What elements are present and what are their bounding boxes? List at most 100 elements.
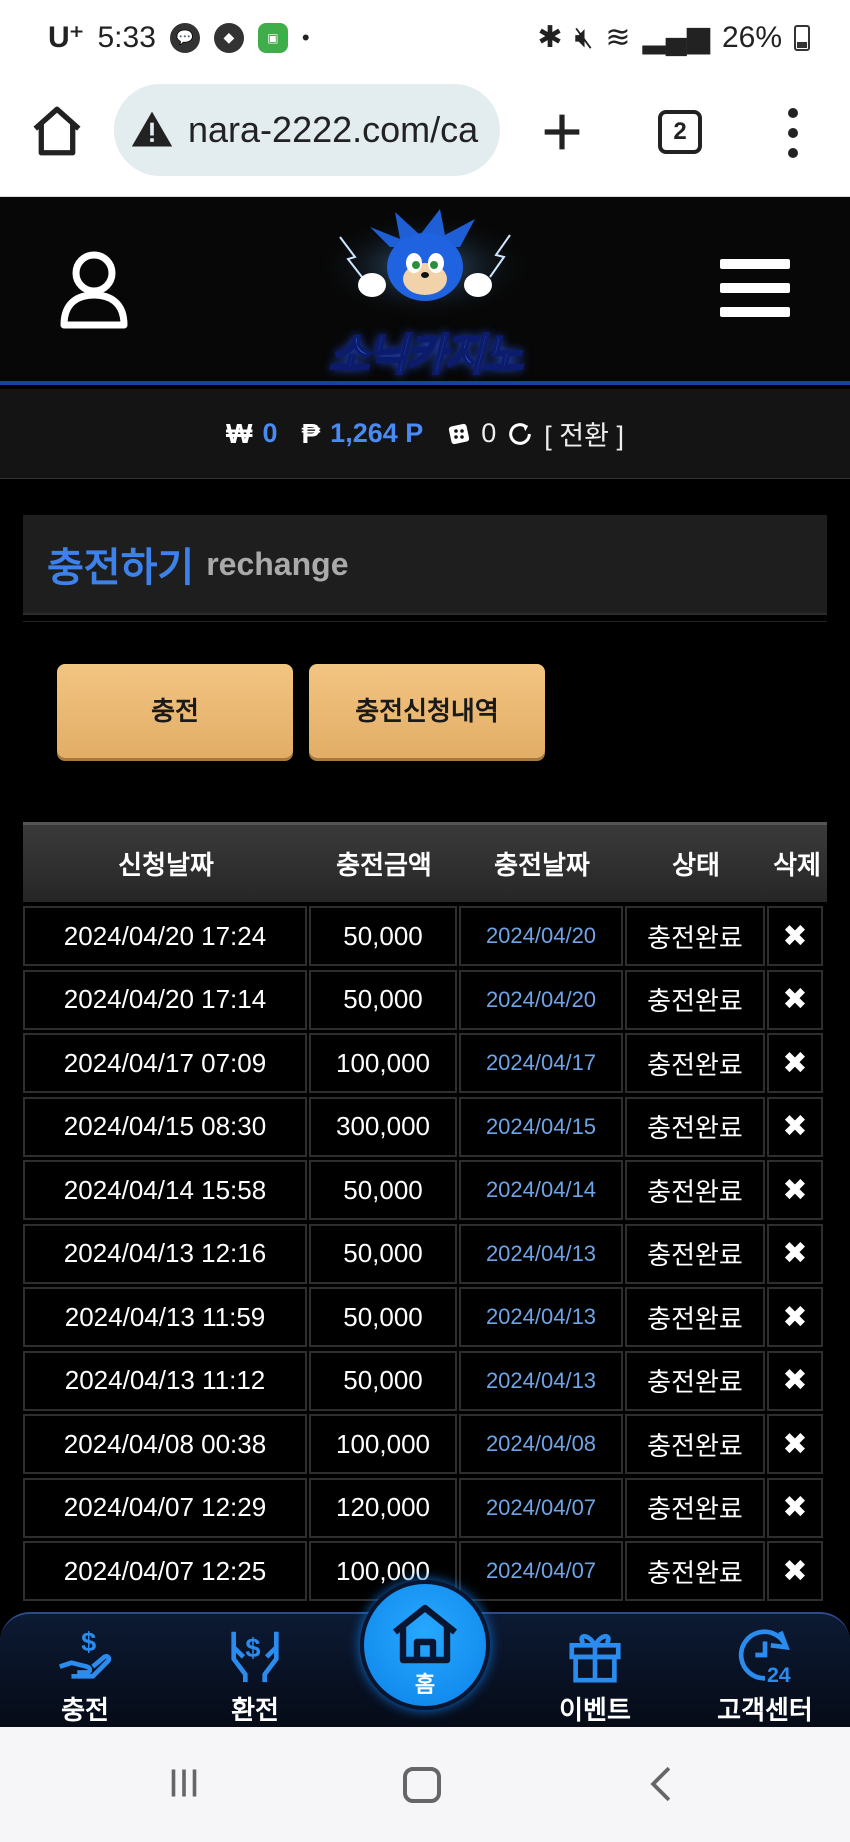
status-left: U⁺ 5:33 💬 ◆ ▣ • xyxy=(48,20,310,55)
row-delete-button[interactable]: ✖ xyxy=(767,1160,823,1220)
charge-button[interactable]: 충전 xyxy=(57,664,293,758)
row-charge-date: 2024/04/17 xyxy=(459,1033,623,1093)
row-delete-button[interactable]: ✖ xyxy=(767,1350,823,1411)
row-request-date: 2024/04/13 11:59 xyxy=(23,1287,307,1347)
browser-home-icon[interactable] xyxy=(28,102,86,160)
row-delete-button[interactable]: ✖ xyxy=(767,1414,823,1474)
row-delete-button[interactable]: ✖ xyxy=(767,1541,823,1601)
system-home-icon[interactable] xyxy=(403,1767,441,1803)
header-charge-date: 충전날짜 xyxy=(494,850,590,880)
nav-exchange[interactable]: $ 환전 xyxy=(195,1624,315,1725)
row-charge-date: 2024/04/20 xyxy=(459,969,623,1030)
title-divider xyxy=(23,621,827,622)
row-status: 충전완료 xyxy=(625,1350,765,1411)
logo-text: 소닉카지노 xyxy=(328,330,524,381)
row-amount: 50,000 xyxy=(309,1350,457,1411)
row-delete-button[interactable]: ✖ xyxy=(767,1033,823,1093)
table-row: 2024/04/07 12:29 120,000 2024/04/07 충전완료 ✖ xyxy=(23,1476,827,1540)
row-request-date: 2024/04/13 12:16 xyxy=(23,1223,307,1284)
row-charge-date: 2024/04/15 xyxy=(459,1096,623,1157)
bluetooth-icon: ✱ xyxy=(537,21,563,54)
row-status: 충전완료 xyxy=(625,969,765,1030)
nav-home[interactable]: 홈 xyxy=(360,1580,490,1710)
row-delete-button[interactable]: ✖ xyxy=(767,1287,823,1347)
battery-icon xyxy=(794,24,810,51)
svg-text:$: $ xyxy=(245,1632,260,1663)
row-delete-button[interactable]: ✖ xyxy=(767,969,823,1030)
user-icon[interactable] xyxy=(58,249,130,329)
chat-notification-icon: 💬 xyxy=(169,22,200,53)
nav-customer-center[interactable]: 24 고객센터 xyxy=(705,1624,825,1725)
status-right: ✱ 🔇︎ ≋ ▂▄▆ 26% xyxy=(537,20,810,55)
row-request-date: 2024/04/07 12:25 xyxy=(23,1541,307,1601)
row-amount: 50,000 xyxy=(309,906,457,966)
row-request-date: 2024/04/15 08:30 xyxy=(23,1096,307,1157)
warning-icon[interactable] xyxy=(130,108,174,152)
status-bar: U⁺ 5:33 💬 ◆ ▣ • ✱ 🔇︎ ≋ ▂▄▆ 26% xyxy=(0,0,850,80)
row-status: 충전완료 xyxy=(625,1287,765,1347)
wifi-icon: ≋ xyxy=(605,21,631,54)
battery-percent: 26% xyxy=(721,20,782,54)
row-amount: 300,000 xyxy=(309,1096,457,1157)
table-row: 2024/04/20 17:24 50,000 2024/04/20 충전완료 ✖ xyxy=(23,904,827,968)
nav-home-label: 홈 xyxy=(414,1672,436,1697)
table-row: 2024/04/13 12:16 50,000 2024/04/13 충전완료 ✖ xyxy=(23,1222,827,1286)
hamburger-menu-icon[interactable] xyxy=(720,259,790,317)
row-status: 충전완료 xyxy=(625,1160,765,1220)
mute-icon: 🔇︎ xyxy=(574,20,594,54)
table-row: 2024/04/20 17:14 50,000 2024/04/20 충전완료 ✖ xyxy=(23,968,827,1032)
header-request-date: 신청날짜 xyxy=(118,850,214,880)
won-icon: ₩ xyxy=(226,417,253,449)
row-delete-button[interactable]: ✖ xyxy=(767,1223,823,1284)
signal-icon: ▂▄▆ xyxy=(642,21,710,54)
table-header: 신청날짜 충전금액 충전날짜 상태 삭제 xyxy=(23,822,827,902)
page-title-box: 충전하기 rechange xyxy=(23,515,827,615)
tab-switcher-button[interactable]: 2 xyxy=(658,110,702,154)
balance-bar: ₩ 0 ₱ 1,264 P 0 [ 전환 ] xyxy=(0,389,850,479)
discord-notification-icon: ◆ xyxy=(213,22,244,53)
row-amount: 120,000 xyxy=(309,1477,457,1538)
browser-menu-icon[interactable] xyxy=(778,108,808,158)
row-amount: 50,000 xyxy=(309,969,457,1030)
nav-charge[interactable]: $ 충전 xyxy=(25,1624,145,1725)
row-request-date: 2024/04/20 17:14 xyxy=(23,969,307,1030)
row-status: 충전완료 xyxy=(625,1414,765,1474)
site-logo[interactable]: 소닉카지노 xyxy=(300,207,550,381)
chip-balance: 0 xyxy=(481,418,497,448)
svg-text:24: 24 xyxy=(767,1663,791,1686)
new-tab-icon[interactable] xyxy=(536,106,588,158)
row-delete-button[interactable]: ✖ xyxy=(767,906,823,966)
refresh-icon[interactable] xyxy=(506,420,534,448)
won-balance: 0 xyxy=(262,418,278,448)
app-notification-icon: ▣ xyxy=(257,22,288,53)
screen: U⁺ 5:33 💬 ◆ ▣ • ✱ 🔇︎ ≋ ▂▄▆ 26% nara-2222… xyxy=(0,0,850,1842)
header-delete: 삭제 xyxy=(773,850,821,880)
clock: 5:33 xyxy=(97,20,156,54)
nav-event[interactable]: 이벤트 xyxy=(535,1624,655,1725)
site-header: 소닉카지노 xyxy=(0,197,850,385)
row-amount: 100,000 xyxy=(309,1414,457,1474)
header-status: 상태 xyxy=(672,850,720,880)
recent-apps-icon[interactable] xyxy=(166,1765,202,1801)
row-request-date: 2024/04/13 11:12 xyxy=(23,1350,307,1411)
point-icon: ₱ xyxy=(301,417,321,449)
table-row: 2024/04/14 15:58 50,000 2024/04/14 충전완료 ✖ xyxy=(23,1158,827,1222)
home-icon xyxy=(393,1604,457,1664)
charge-history-table: 신청날짜 충전금액 충전날짜 상태 삭제 2024/04/20 17:24 50,… xyxy=(23,822,827,1603)
nav-charge-label: 충전 xyxy=(61,1695,109,1725)
address-bar[interactable]: nara-2222.com/ca xyxy=(114,84,500,176)
table-row: 2024/04/13 11:12 50,000 2024/04/13 충전완료 ✖ xyxy=(23,1349,827,1413)
point-balance: 1,264 P xyxy=(330,418,424,448)
charge-history-button[interactable]: 충전신청내역 xyxy=(309,664,545,758)
table-row: 2024/04/08 00:38 100,000 2024/04/08 충전완료 ✖ xyxy=(23,1412,827,1476)
back-icon[interactable] xyxy=(648,1765,674,1803)
switch-link[interactable]: [ 전환 ] xyxy=(544,414,624,453)
row-request-date: 2024/04/17 07:09 xyxy=(23,1033,307,1093)
row-charge-date: 2024/04/08 xyxy=(459,1414,623,1474)
row-delete-button[interactable]: ✖ xyxy=(767,1096,823,1157)
sonic-mascot-icon xyxy=(315,209,535,322)
row-delete-button[interactable]: ✖ xyxy=(767,1477,823,1538)
support-24-icon: 24 xyxy=(738,1629,791,1686)
nav-exchange-label: 환전 xyxy=(231,1695,279,1725)
row-charge-date: 2024/04/20 xyxy=(459,906,623,966)
